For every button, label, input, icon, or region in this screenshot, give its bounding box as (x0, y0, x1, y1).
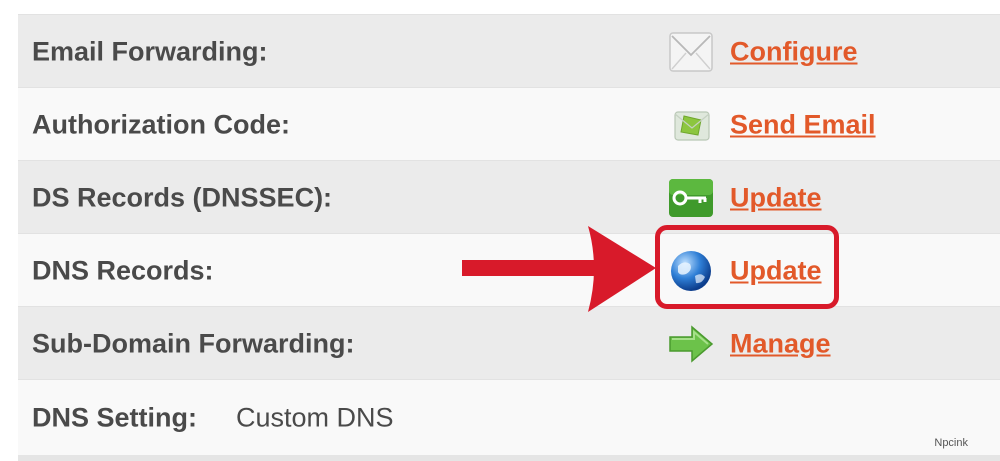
row-authorization-code: Authorization Code: Send Email (18, 87, 1000, 161)
email-forwarding-label: Email Forwarding: (32, 36, 268, 66)
ds-records-label: DS Records (DNSSEC): (32, 182, 333, 212)
watermark-text: Npcink (934, 437, 968, 449)
annotation-arrow (462, 226, 656, 312)
row-dns-setting: DNS Setting: Custom DNS (18, 379, 1000, 456)
dns-records-label: DNS Records: (32, 255, 214, 285)
row-email-forwarding: Email Forwarding: Configure (18, 14, 1000, 88)
sub-domain-forwarding-label: Sub-Domain Forwarding: (32, 328, 355, 358)
dns-setting-value: Custom DNS (236, 402, 394, 433)
green-arrow-icon (669, 324, 714, 363)
configure-link[interactable]: Configure (730, 36, 858, 67)
panel-bottom-border (18, 455, 1000, 461)
send-email-icon (674, 110, 710, 141)
ds-records-update-link[interactable]: Update (730, 182, 822, 213)
key-icon (669, 178, 713, 217)
dns-setting-label: DNS Setting: (32, 402, 197, 433)
annotation-highlight-box (655, 225, 839, 309)
send-email-link[interactable]: Send Email (730, 109, 876, 140)
envelope-icon (669, 31, 713, 72)
manage-link[interactable]: Manage (730, 328, 831, 359)
authorization-code-label: Authorization Code: (32, 109, 290, 139)
